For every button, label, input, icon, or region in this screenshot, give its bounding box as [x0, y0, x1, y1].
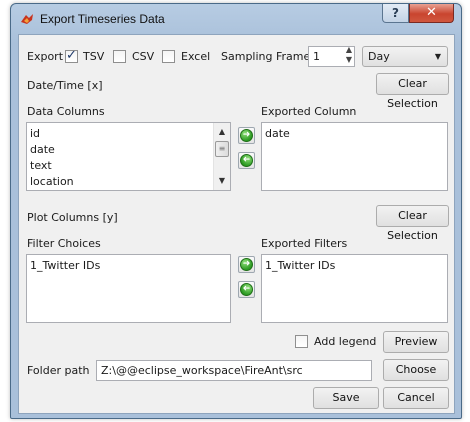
dialog-window: Export Timeseries Data ? ✕ Export TSV CS…	[10, 3, 462, 419]
exported-filters-label: Exported Filters	[261, 237, 348, 250]
datetime-label: Date/Time [x]	[27, 79, 103, 92]
plot-columns-label: Plot Columns [y]	[27, 211, 118, 224]
data-columns-scrollbar[interactable]: ▲ ≡ ▼	[213, 123, 230, 190]
exported-column-label: Exported Column	[261, 105, 357, 118]
close-button[interactable]: ✕	[409, 4, 454, 23]
sampling-unit-select[interactable]: Day ▼	[362, 46, 448, 67]
excel-checkbox[interactable]	[162, 50, 175, 63]
arrow-right-icon: ➜	[240, 258, 253, 271]
add-legend-checkbox[interactable]	[295, 335, 308, 348]
csv-label: CSV	[132, 50, 155, 63]
choose-button[interactable]: Choose	[383, 359, 449, 381]
clear-selection-plot-button[interactable]: Clear Selection	[376, 205, 449, 242]
cancel-button[interactable]: Cancel	[383, 387, 449, 409]
remove-filter-button[interactable]: ➜	[238, 281, 255, 298]
exported-column-list[interactable]: date	[261, 122, 448, 191]
title-bar[interactable]: Export Timeseries Data ? ✕	[11, 4, 461, 34]
clear-selection-datetime-button[interactable]: Clear Selection	[376, 73, 449, 110]
arrow-right-icon: ➜	[240, 129, 253, 142]
sampling-unit-value: Day	[368, 50, 390, 63]
excel-label: Excel	[181, 50, 211, 63]
export-label: Export	[27, 50, 64, 63]
tsv-checkbox[interactable]	[65, 48, 78, 63]
dialog-content: Export TSV CSV Excel Sampling Frame 1 ▲▼…	[18, 34, 455, 414]
list-item[interactable]: 1_Twitter IDs	[262, 258, 447, 274]
spinner-arrows-icon[interactable]: ▲ ▼	[346, 47, 352, 65]
list-item[interactable]: id	[27, 126, 230, 142]
add-filter-button[interactable]: ➜	[238, 256, 255, 273]
exported-filters-list[interactable]: 1_Twitter IDs	[261, 254, 448, 323]
chevron-down-icon: ▼	[434, 52, 441, 61]
list-item[interactable]: location	[27, 174, 230, 190]
remove-column-button[interactable]: ➜	[238, 152, 255, 169]
window-title: Export Timeseries Data	[40, 12, 165, 26]
folder-path-label: Folder path	[27, 364, 90, 377]
desktop-background: Export Timeseries Data ? ✕ Export TSV CS…	[0, 0, 470, 422]
list-item[interactable]: 1_Twitter IDs	[27, 258, 230, 274]
scroll-up-icon[interactable]: ▲	[214, 124, 230, 140]
add-column-button[interactable]: ➜	[238, 127, 255, 144]
scroll-down-icon[interactable]: ▼	[214, 173, 230, 189]
sampling-frame-spinner[interactable]: 1 ▲ ▼	[308, 46, 355, 67]
data-columns-list[interactable]: id date text location ▲ ≡ ▼	[26, 122, 231, 191]
tsv-label: TSV	[83, 50, 105, 63]
scroll-thumb[interactable]: ≡	[215, 141, 229, 157]
sampling-frame-value: 1	[313, 50, 320, 63]
folder-path-input[interactable]: Z:\@@eclipse_workspace\FireAnt\src	[96, 360, 372, 381]
filter-choices-list[interactable]: 1_Twitter IDs	[26, 254, 231, 323]
list-item[interactable]: date	[262, 126, 447, 142]
data-columns-label: Data Columns	[27, 105, 105, 118]
fire-ant-icon	[21, 14, 33, 24]
csv-checkbox[interactable]	[113, 50, 126, 63]
preview-button[interactable]: Preview	[383, 331, 449, 353]
help-button[interactable]: ?	[382, 4, 409, 23]
arrow-left-icon: ➜	[240, 154, 253, 167]
sampling-frame-label: Sampling Frame	[221, 50, 311, 63]
filter-choices-label: Filter Choices	[27, 237, 101, 250]
arrow-left-icon: ➜	[240, 283, 253, 296]
save-button[interactable]: Save	[313, 387, 379, 409]
list-item[interactable]: text	[27, 158, 230, 174]
add-legend-label: Add legend	[314, 335, 377, 348]
list-item[interactable]: date	[27, 142, 230, 158]
